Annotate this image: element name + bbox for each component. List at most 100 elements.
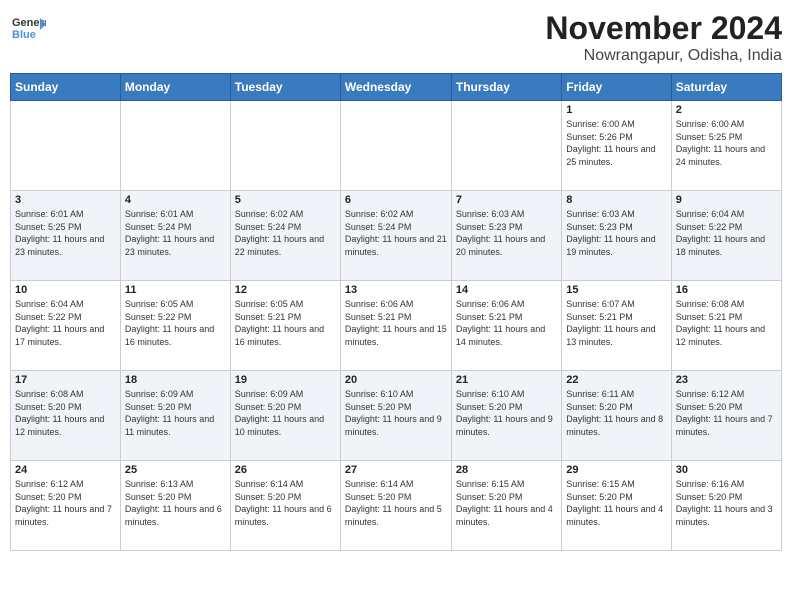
day-info: Sunrise: 6:12 AM Sunset: 5:20 PM Dayligh… (676, 388, 777, 438)
calendar-cell: 4 Sunrise: 6:01 AM Sunset: 5:24 PM Daylig… (120, 191, 230, 281)
day-info: Sunrise: 6:01 AM Sunset: 5:24 PM Dayligh… (125, 208, 226, 258)
day-info: Sunrise: 6:05 AM Sunset: 5:22 PM Dayligh… (125, 298, 226, 348)
day-number: 12 (235, 284, 336, 296)
day-info: Sunrise: 6:02 AM Sunset: 5:24 PM Dayligh… (235, 208, 336, 258)
day-info: Sunrise: 6:03 AM Sunset: 5:23 PM Dayligh… (456, 208, 557, 258)
day-number: 28 (456, 464, 557, 476)
day-number: 5 (235, 194, 336, 206)
column-header-saturday: Saturday (671, 74, 781, 101)
day-number: 19 (235, 374, 336, 386)
day-info: Sunrise: 6:01 AM Sunset: 5:25 PM Dayligh… (15, 208, 116, 258)
calendar-cell: 18Sunrise: 6:09 AM Sunset: 5:20 PM Dayli… (120, 371, 230, 461)
day-number: 9 (676, 194, 777, 206)
day-number: 29 (566, 464, 666, 476)
calendar-cell: 10 Sunrise: 6:04 AM Sunset: 5:22 PM Dayli… (11, 281, 121, 371)
column-header-wednesday: Wednesday (340, 74, 451, 101)
calendar-cell (11, 101, 121, 191)
day-info: Sunrise: 6:09 AM Sunset: 5:20 PM Dayligh… (235, 388, 336, 438)
calendar-cell: 24 Sunrise: 6:12 AM Sunset: 5:20 PM Dayli… (11, 461, 121, 551)
day-number: 23 (676, 374, 777, 386)
column-header-tuesday: Tuesday (230, 74, 340, 101)
svg-text:Blue: Blue (12, 29, 36, 41)
column-header-friday: Friday (562, 74, 671, 101)
day-number: 2 (676, 104, 777, 116)
day-number: 13 (345, 284, 447, 296)
day-info: Sunrise: 6:04 AM Sunset: 5:22 PM Dayligh… (15, 298, 116, 348)
calendar-cell: 3 Sunrise: 6:01 AM Sunset: 5:25 PM Daylig… (11, 191, 121, 281)
calendar-cell: 25 Sunrise: 6:13 AM Sunset: 5:20 PM Dayli… (120, 461, 230, 551)
day-info: Sunrise: 6:06 AM Sunset: 5:21 PM Dayligh… (456, 298, 557, 348)
calendar-cell: 28 Sunrise: 6:15 AM Sunset: 5:20 PM Dayli… (451, 461, 561, 551)
calendar-cell: 21Sunrise: 6:10 AM Sunset: 5:20 PM Dayli… (451, 371, 561, 461)
calendar-cell: 20Sunrise: 6:10 AM Sunset: 5:20 PM Dayli… (340, 371, 451, 461)
day-info: Sunrise: 6:03 AM Sunset: 5:23 PM Dayligh… (566, 208, 666, 258)
calendar-cell (451, 101, 561, 191)
day-info: Sunrise: 6:00 AM Sunset: 5:25 PM Dayligh… (676, 118, 777, 168)
calendar-cell: 23 Sunrise: 6:12 AM Sunset: 5:20 PM Dayli… (671, 371, 781, 461)
calendar-cell (230, 101, 340, 191)
day-number: 25 (125, 464, 226, 476)
day-info: Sunrise: 6:07 AM Sunset: 5:21 PM Dayligh… (566, 298, 666, 348)
calendar-cell: 13 Sunrise: 6:06 AM Sunset: 5:21 PM Dayli… (340, 281, 451, 371)
day-info: Sunrise: 6:08 AM Sunset: 5:21 PM Dayligh… (676, 298, 777, 348)
day-number: 4 (125, 194, 226, 206)
calendar-cell: 6 Sunrise: 6:02 AM Sunset: 5:24 PM Daylig… (340, 191, 451, 281)
calendar-cell (120, 101, 230, 191)
day-info: Sunrise: 6:10 AM Sunset: 5:20 PM Dayligh… (456, 388, 557, 438)
month-title: November 2024 (545, 10, 782, 47)
day-number: 30 (676, 464, 777, 476)
calendar-header-row: SundayMondayTuesdayWednesdayThursdayFrid… (11, 74, 782, 101)
day-info: Sunrise: 6:10 AM Sunset: 5:20 PM Dayligh… (345, 388, 447, 438)
calendar-cell: 17 Sunrise: 6:08 AM Sunset: 5:20 PM Dayli… (11, 371, 121, 461)
calendar-week-row: 1 Sunrise: 6:00 AM Sunset: 5:26 PM Daylig… (11, 101, 782, 191)
day-number: 3 (15, 194, 116, 206)
day-info: Sunrise: 6:06 AM Sunset: 5:21 PM Dayligh… (345, 298, 447, 348)
day-number: 6 (345, 194, 447, 206)
day-info: Sunrise: 6:11 AM Sunset: 5:20 PM Dayligh… (566, 388, 666, 438)
day-number: 27 (345, 464, 447, 476)
header: General Blue November 2024 Nowrangapur, … (10, 10, 782, 65)
day-info: Sunrise: 6:16 AM Sunset: 5:20 PM Dayligh… (676, 478, 777, 528)
day-number: 8 (566, 194, 666, 206)
day-number: 16 (676, 284, 777, 296)
calendar-week-row: 17 Sunrise: 6:08 AM Sunset: 5:20 PM Dayli… (11, 371, 782, 461)
column-header-thursday: Thursday (451, 74, 561, 101)
day-number: 26 (235, 464, 336, 476)
calendar-cell: 12 Sunrise: 6:05 AM Sunset: 5:21 PM Dayli… (230, 281, 340, 371)
calendar-cell: 8 Sunrise: 6:03 AM Sunset: 5:23 PM Daylig… (562, 191, 671, 281)
day-info: Sunrise: 6:05 AM Sunset: 5:21 PM Dayligh… (235, 298, 336, 348)
location-subtitle: Nowrangapur, Odisha, India (545, 47, 782, 65)
day-number: 22 (566, 374, 666, 386)
logo-icon: General Blue (10, 10, 46, 46)
calendar-week-row: 24 Sunrise: 6:12 AM Sunset: 5:20 PM Dayli… (11, 461, 782, 551)
day-number: 24 (15, 464, 116, 476)
calendar-cell: 9Sunrise: 6:04 AM Sunset: 5:22 PM Daylig… (671, 191, 781, 281)
column-header-sunday: Sunday (11, 74, 121, 101)
calendar-cell: 5 Sunrise: 6:02 AM Sunset: 5:24 PM Daylig… (230, 191, 340, 281)
day-number: 11 (125, 284, 226, 296)
day-number: 1 (566, 104, 666, 116)
day-number: 7 (456, 194, 557, 206)
calendar-cell: 16 Sunrise: 6:08 AM Sunset: 5:21 PM Dayli… (671, 281, 781, 371)
title-area: November 2024 Nowrangapur, Odisha, India (545, 10, 782, 65)
calendar-week-row: 10 Sunrise: 6:04 AM Sunset: 5:22 PM Dayli… (11, 281, 782, 371)
day-info: Sunrise: 6:09 AM Sunset: 5:20 PM Dayligh… (125, 388, 226, 438)
day-info: Sunrise: 6:15 AM Sunset: 5:20 PM Dayligh… (456, 478, 557, 528)
day-info: Sunrise: 6:13 AM Sunset: 5:20 PM Dayligh… (125, 478, 226, 528)
day-info: Sunrise: 6:02 AM Sunset: 5:24 PM Dayligh… (345, 208, 447, 258)
day-number: 10 (15, 284, 116, 296)
day-number: 15 (566, 284, 666, 296)
logo: General Blue (10, 10, 46, 46)
calendar-cell: 2 Sunrise: 6:00 AM Sunset: 5:25 PM Daylig… (671, 101, 781, 191)
day-info: Sunrise: 6:08 AM Sunset: 5:20 PM Dayligh… (15, 388, 116, 438)
calendar-cell: 22 Sunrise: 6:11 AM Sunset: 5:20 PM Dayli… (562, 371, 671, 461)
calendar-cell: 26 Sunrise: 6:14 AM Sunset: 5:20 PM Dayli… (230, 461, 340, 551)
day-info: Sunrise: 6:14 AM Sunset: 5:20 PM Dayligh… (235, 478, 336, 528)
day-info: Sunrise: 6:14 AM Sunset: 5:20 PM Dayligh… (345, 478, 447, 528)
calendar-cell: 1 Sunrise: 6:00 AM Sunset: 5:26 PM Daylig… (562, 101, 671, 191)
day-info: Sunrise: 6:15 AM Sunset: 5:20 PM Dayligh… (566, 478, 666, 528)
day-info: Sunrise: 6:00 AM Sunset: 5:26 PM Dayligh… (566, 118, 666, 168)
day-number: 17 (15, 374, 116, 386)
calendar-cell: 29 Sunrise: 6:15 AM Sunset: 5:20 PM Dayli… (562, 461, 671, 551)
day-info: Sunrise: 6:12 AM Sunset: 5:20 PM Dayligh… (15, 478, 116, 528)
